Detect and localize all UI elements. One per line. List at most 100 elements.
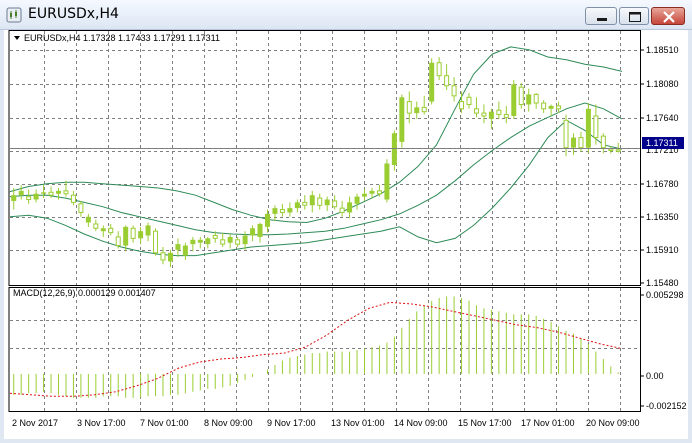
candle-bull (197, 239, 203, 243)
candle-bull (264, 213, 270, 227)
candle-bull (384, 163, 390, 200)
time-tick-label: 20 Nov 09:00 (586, 418, 640, 428)
price-tick-label: 1.18080 (646, 79, 679, 89)
title-bar: EURUSDx,H4 (0, 0, 692, 30)
candle-bull (167, 252, 173, 262)
candle-bull (138, 231, 144, 239)
candle-bear (541, 102, 547, 110)
candle-bull (548, 105, 554, 109)
candle-bear (153, 230, 159, 254)
price-tick-label: 1.18510 (646, 45, 679, 55)
candle-bear (93, 223, 99, 229)
candle-bull (414, 107, 420, 114)
candle-bear (421, 106, 427, 113)
time-tick-label: 9 Nov 17:00 (267, 418, 316, 428)
candle-bear (108, 227, 114, 234)
candle-bear (444, 75, 450, 87)
maximize-button[interactable] (619, 7, 649, 25)
candle-bull (369, 190, 375, 194)
candle-bear (63, 190, 69, 195)
candle-bear (436, 62, 442, 77)
candle-bull (190, 239, 196, 245)
macd-pane-header: MACD(12,26,9) 0.000129 0.001407 (13, 288, 156, 298)
candle-bear (466, 96, 472, 105)
candle-bull (205, 238, 211, 245)
candle-bull (324, 199, 330, 206)
candle-bear (518, 86, 524, 105)
candle-bull (488, 111, 494, 119)
candle-bull (399, 97, 405, 142)
candle-bull (145, 225, 151, 236)
candle-bear (533, 93, 539, 104)
candle-bear (451, 85, 457, 97)
close-icon (663, 11, 675, 23)
candle-bull (41, 192, 47, 194)
price-chart[interactable]: EURUSDx,H4 1.17328 1.17433 1.17291 1.173… (4, 30, 688, 439)
candle-bull (242, 235, 248, 245)
candle-bear (563, 119, 569, 149)
candle-bear (332, 200, 338, 208)
candle-bull (56, 190, 62, 194)
candle-bull (85, 216, 91, 223)
candle-bull (354, 196, 360, 204)
candle-bear (339, 207, 345, 213)
time-tick-label: 7 Nov 01:00 (140, 418, 189, 428)
candle-bear (496, 109, 502, 116)
candle-bull (362, 193, 368, 197)
macd-tick-label: 0.005298 (646, 290, 684, 300)
candle-bull (18, 190, 24, 196)
price-tick-label: 1.17640 (646, 113, 679, 123)
time-tick-label: 13 Nov 01:00 (331, 418, 385, 428)
candle-bear (26, 196, 32, 200)
candle-bull (309, 195, 315, 206)
candle-bull (11, 195, 17, 201)
candle-bear (317, 197, 323, 206)
candle-bull (391, 133, 397, 165)
minimize-icon (597, 18, 607, 21)
candle-bull (287, 208, 293, 213)
candle-bear (235, 239, 241, 245)
candle-bear (600, 135, 606, 149)
time-tick-label: 17 Nov 01:00 (521, 418, 575, 428)
candle-bear (78, 203, 84, 213)
candle-bear (48, 191, 54, 196)
candle-bear (578, 137, 584, 149)
candle-bear (615, 149, 621, 152)
candle-bull (123, 226, 129, 246)
candle-bear (302, 201, 308, 206)
candle-bull (100, 228, 106, 232)
chart-window-icon (6, 7, 22, 23)
candle-bear (115, 236, 121, 247)
close-button[interactable] (651, 7, 685, 25)
candle-bear (556, 105, 562, 110)
time-tick-label: 8 Nov 09:00 (204, 418, 253, 428)
candle-bear (473, 108, 479, 114)
maximize-icon (629, 12, 641, 22)
candle-bear (212, 234, 218, 239)
time-tick-label: 2 Nov 2017 (12, 418, 58, 428)
candle-bear (406, 101, 412, 114)
price-pane-header: EURUSDx,H4 1.17328 1.17433 1.17291 1.173… (24, 33, 220, 43)
candle-bear (220, 239, 226, 245)
candle-bear (130, 227, 136, 239)
candle-bear (608, 148, 614, 152)
candle-bull (511, 84, 517, 116)
candle-bear (279, 209, 285, 213)
macd-tick-label: -0.002152 (646, 401, 687, 411)
macd-tick-label: 0.00 (646, 371, 664, 381)
candle-bear (593, 115, 599, 139)
candle-bull (250, 228, 256, 236)
candle-bull (272, 208, 278, 214)
candle-bear (481, 112, 487, 117)
minimize-button[interactable] (585, 7, 617, 25)
candle-bull (227, 236, 233, 243)
candle-bear (459, 101, 465, 110)
candle-bull (33, 193, 39, 200)
candle-bull (182, 245, 188, 256)
price-tick-label: 1.16780 (646, 179, 679, 189)
window-title: EURUSDx,H4 (28, 6, 119, 22)
candle-bear (503, 114, 509, 118)
candle-bull (175, 244, 181, 250)
price-tick-label: 1.15480 (646, 278, 679, 288)
price-tick-label: 1.15910 (646, 245, 679, 255)
